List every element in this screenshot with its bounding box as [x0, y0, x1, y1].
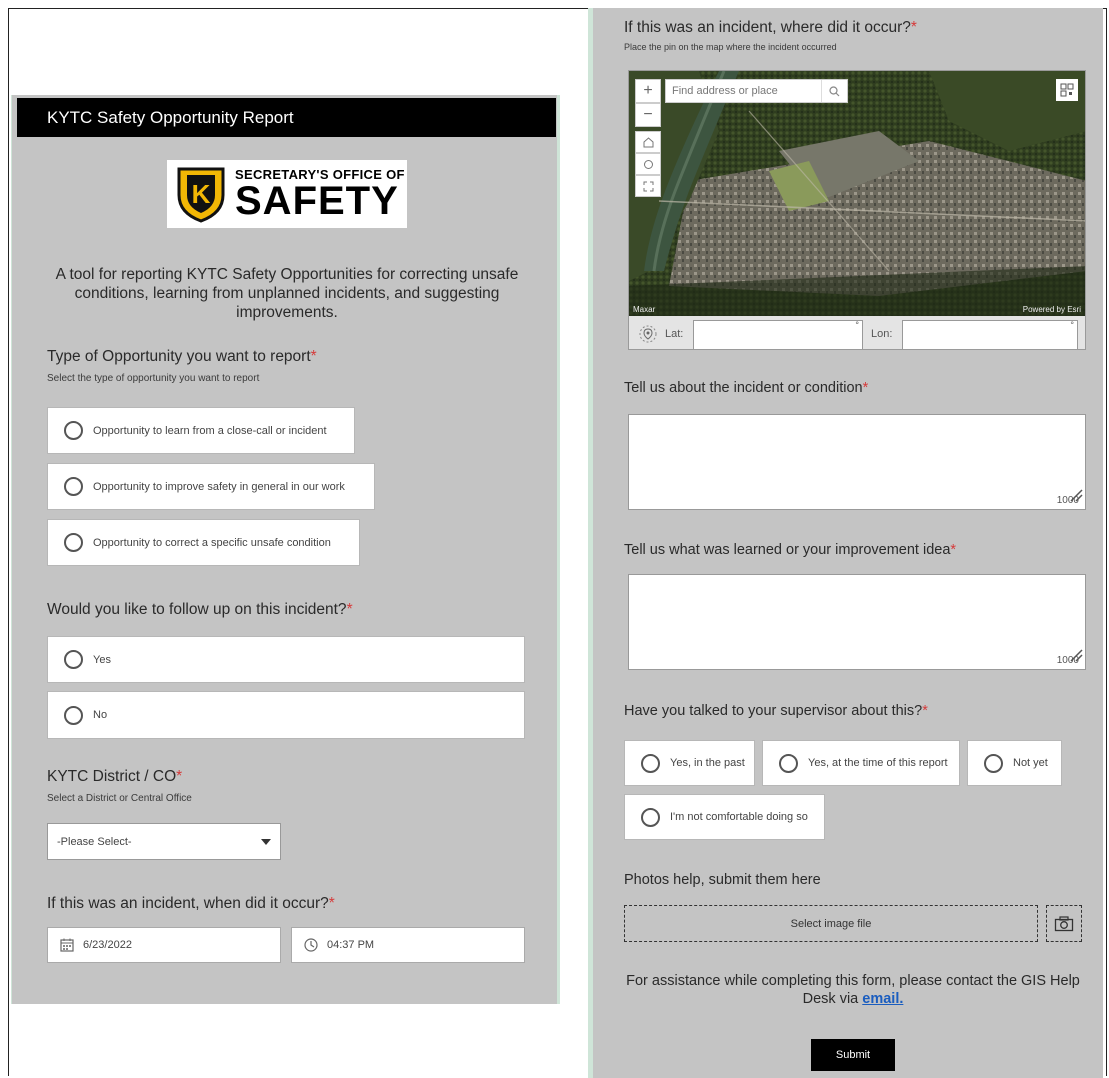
esri-attribution[interactable]: Powered by Esri [1023, 305, 1081, 314]
radio-option-yes-now[interactable]: Yes, at the time of this report [762, 740, 960, 786]
photos-label: Photos help, submit them here [624, 872, 821, 888]
assistance-text: For assistance while completing this for… [626, 973, 1080, 1007]
home-icon[interactable] [635, 131, 661, 153]
lat-label: Lat: [665, 328, 684, 340]
logo-line-2: SAFETY [235, 178, 399, 223]
question-where-hint: Place the pin on the map where the incid… [624, 42, 837, 52]
zoom-in-icon[interactable]: + [635, 79, 661, 103]
question-type-label: Type of Opportunity you want to report* [47, 348, 317, 365]
radio-option-no[interactable]: No [47, 691, 525, 739]
fullscreen-icon[interactable] [635, 175, 661, 197]
question-learned-label: Tell us what was learned or your improve… [624, 542, 957, 558]
question-where-label: If this was an incident, where did it oc… [624, 19, 917, 36]
clock-icon [304, 938, 318, 952]
radio-option-unsafe-condition[interactable]: Opportunity to correct a specific unsafe… [47, 519, 360, 566]
radio-option-not-yet[interactable]: Not yet [967, 740, 1062, 786]
radio-option-close-call[interactable]: Opportunity to learn from a close-call o… [47, 407, 355, 454]
locate-icon[interactable] [635, 153, 661, 175]
search-icon[interactable] [821, 80, 847, 102]
submit-button[interactable]: Submit [811, 1039, 895, 1071]
radio-button[interactable] [64, 421, 83, 440]
coordinate-bar: Lat: ° Lon: ° [629, 316, 1085, 349]
improvement-idea-textarea[interactable]: 1000 [628, 574, 1086, 670]
qr-code-icon[interactable] [1056, 79, 1078, 101]
latitude-input[interactable]: ° [693, 320, 863, 349]
satellite-imagery[interactable] [629, 71, 1086, 316]
radio-option-yes-past[interactable]: Yes, in the past [624, 740, 755, 786]
calendar-icon [60, 938, 74, 952]
radio-button[interactable] [641, 807, 660, 827]
zoom-out-icon[interactable]: − [635, 103, 661, 127]
radio-button[interactable] [984, 753, 1003, 773]
map-search-input[interactable]: Find address or place [665, 79, 848, 103]
shield-logo-icon: K [177, 167, 225, 223]
question-followup-label: Would you like to follow up on this inci… [47, 601, 353, 618]
radio-button[interactable] [64, 650, 83, 669]
radio-button[interactable] [779, 753, 798, 773]
form-header: KYTC Safety Opportunity Report [17, 98, 556, 137]
resize-handle-icon[interactable] [1069, 648, 1083, 667]
email-link[interactable]: email. [862, 991, 903, 1007]
radio-button[interactable] [64, 477, 83, 496]
form-description: A tool for reporting KYTC Safety Opportu… [55, 266, 519, 321]
question-when-label: If this was an incident, when did it occ… [47, 895, 335, 912]
map-attribution: Maxar [633, 305, 656, 314]
radio-option-yes[interactable]: Yes [47, 636, 525, 683]
date-input[interactable]: 6/23/2022 [47, 927, 281, 963]
safety-logo: K SECRETARY'S OFFICE OF SAFETY [167, 160, 407, 228]
radio-button[interactable] [64, 705, 83, 725]
radio-option-improve-safety[interactable]: Opportunity to improve safety in general… [47, 463, 375, 510]
pin-location-icon[interactable] [639, 325, 657, 346]
select-image-button[interactable]: Select image file [624, 905, 1038, 942]
question-district-hint: Select a District or Central Office [47, 793, 192, 804]
form-page-left: KYTC Safety Opportunity Report K SECRETA… [11, 95, 560, 1004]
question-type-hint: Select the type of opportunity you want … [47, 373, 260, 384]
district-select[interactable]: -Please Select- [47, 823, 281, 860]
radio-button[interactable] [64, 533, 83, 552]
radio-option-not-comfortable[interactable]: I'm not comfortable doing so [624, 794, 825, 840]
caret-down-icon [261, 839, 271, 845]
question-tell-label: Tell us about the incident or condition* [624, 380, 869, 396]
form-page-right: If this was an incident, where did it oc… [588, 8, 1103, 1078]
radio-button[interactable] [641, 753, 660, 773]
location-map[interactable]: Find address or place + − Maxar Powered … [628, 70, 1086, 350]
time-input[interactable]: 04:37 PM [291, 927, 525, 963]
svg-text:K: K [192, 179, 211, 209]
question-district-label: KYTC District / CO* [47, 768, 183, 785]
incident-description-textarea[interactable]: 1000 [628, 414, 1086, 510]
form-title: KYTC Safety Opportunity Report [47, 107, 294, 127]
question-supervisor-label: Have you talked to your supervisor about… [624, 703, 928, 719]
camera-icon[interactable] [1046, 905, 1082, 942]
lon-label: Lon: [871, 328, 893, 340]
longitude-input[interactable]: ° [902, 320, 1078, 349]
resize-handle-icon[interactable] [1069, 488, 1083, 507]
